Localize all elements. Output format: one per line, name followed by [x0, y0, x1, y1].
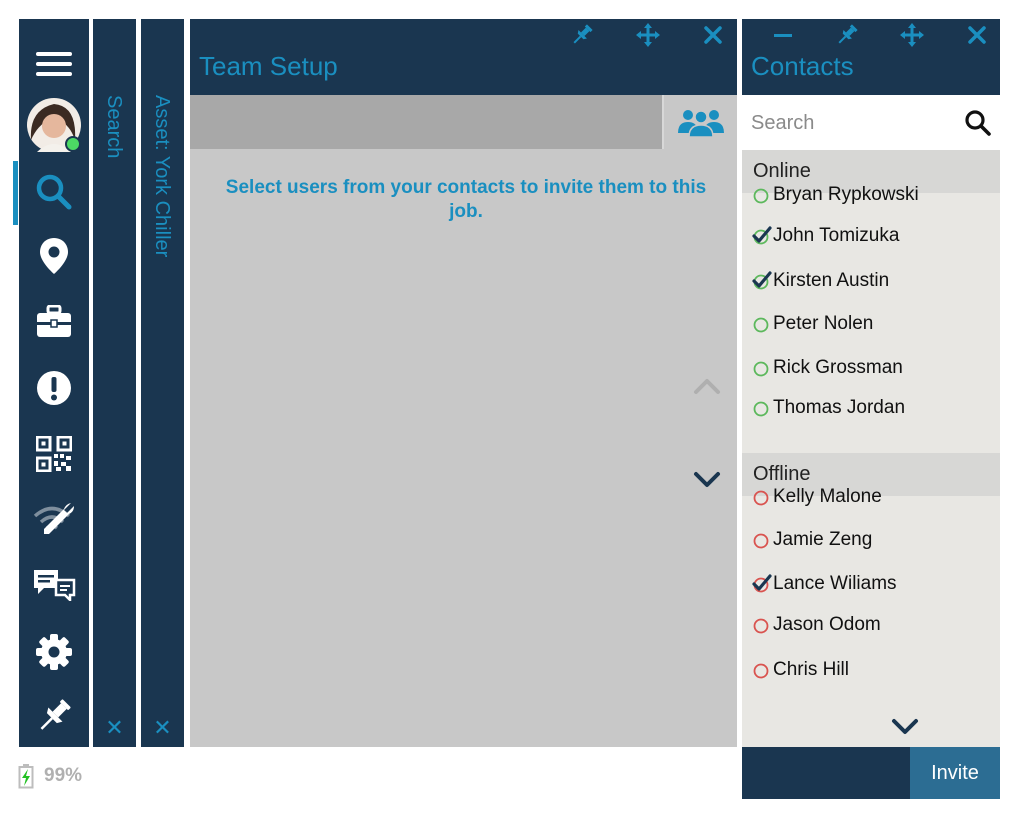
status-icon[interactable] [752, 358, 772, 378]
battery-status: 99% [18, 761, 108, 791]
minimize-icon[interactable] [769, 21, 797, 49]
panel-tab-label[interactable]: Search [102, 95, 125, 158]
toolbox-icon[interactable] [19, 297, 89, 347]
contact-name: Thomas Jordan [773, 397, 906, 418]
contact-item[interactable]: Kirsten Austin [742, 261, 1000, 301]
status-icon[interactable] [752, 487, 772, 507]
contact-item[interactable]: Peter Nolen [742, 304, 1000, 344]
contact-name: Jason Odom [773, 614, 881, 635]
battery-percentage: 99% [44, 765, 83, 786]
team-setup-panel: Team Setup Select users from your contac… [190, 19, 737, 747]
menu-icon[interactable] [19, 39, 89, 89]
contacts-panel: Contacts OnlineBryan RypkowskiJohn Tomiz… [742, 19, 1000, 799]
checked-status-icon[interactable] [752, 271, 772, 291]
checked-status-icon[interactable] [752, 574, 772, 594]
contact-item[interactable]: Thomas Jordan [742, 388, 1000, 428]
contact-item[interactable]: Rick Grossman [742, 348, 1000, 388]
move-icon[interactable] [898, 21, 926, 49]
contact-name: Bryan Rypkowski [773, 184, 919, 205]
contact-name: John Tomizuka [773, 225, 900, 246]
pin-icon[interactable] [19, 691, 89, 741]
chevron-down-icon[interactable] [889, 716, 921, 738]
contact-item[interactable]: John Tomizuka [742, 216, 1000, 256]
move-icon[interactable] [634, 21, 662, 49]
wifi-wrench-icon[interactable] [19, 493, 89, 543]
collapsed-asset-panel[interactable]: Asset: York Chiller ✕ [141, 19, 184, 747]
contact-name: Chris Hill [773, 659, 849, 680]
gear-icon[interactable] [19, 627, 89, 677]
contact-item[interactable]: Bryan Rypkowski [742, 175, 1000, 215]
contact-name: Kelly Malone [773, 486, 882, 507]
search-icon[interactable] [964, 109, 992, 137]
status-icon[interactable] [752, 530, 772, 550]
qr-code-icon[interactable] [19, 429, 89, 479]
contact-name: Jamie Zeng [773, 529, 873, 550]
close-icon[interactable]: ✕ [93, 717, 136, 741]
battery-charging-icon [18, 764, 34, 789]
close-icon[interactable] [963, 21, 991, 49]
status-icon[interactable] [752, 314, 772, 334]
close-icon[interactable] [699, 21, 727, 49]
status-icon[interactable] [752, 660, 772, 680]
status-icon[interactable] [752, 398, 772, 418]
contact-item[interactable]: Lance Wiliams [742, 564, 1000, 604]
search-input[interactable] [751, 109, 951, 137]
panel-header: Contacts [742, 19, 1000, 95]
group-icon[interactable] [662, 95, 737, 149]
contact-item[interactable]: Chris Hill [742, 650, 1000, 690]
contact-item[interactable]: Kelly Malone [742, 477, 1000, 517]
instruction-text: Select users from your contacts to invit… [225, 177, 707, 222]
checked-status-icon[interactable] [752, 226, 772, 246]
chat-icon[interactable] [19, 559, 89, 609]
contact-name: Lance Wiliams [773, 573, 897, 594]
collapsed-search-panel[interactable]: Search ✕ [93, 19, 136, 747]
avatar[interactable] [19, 95, 89, 155]
contact-name: Peter Nolen [773, 313, 874, 334]
panel-title: Team Setup [199, 51, 338, 81]
contact-name: Kirsten Austin [773, 270, 890, 291]
panel-tab-label[interactable]: Asset: York Chiller [150, 95, 173, 257]
status-icon[interactable] [752, 185, 772, 205]
nav-rail [13, 19, 89, 747]
invite-button[interactable]: Invite [910, 747, 1000, 799]
scroll-down-icon[interactable] [690, 465, 724, 495]
presence-dot [65, 136, 81, 152]
alert-icon[interactable] [19, 363, 89, 413]
panel-header: Team Setup [190, 19, 737, 95]
contact-item[interactable]: Jason Odom [742, 605, 1000, 645]
selected-users-bar [190, 95, 662, 149]
status-icon[interactable] [752, 615, 772, 635]
pin-icon[interactable] [833, 21, 861, 49]
scroll-up-icon[interactable] [690, 371, 724, 401]
location-pin-icon[interactable] [19, 231, 89, 281]
contact-item[interactable]: Jamie Zeng [742, 520, 1000, 560]
search-box [742, 95, 1000, 150]
pin-icon[interactable] [568, 21, 596, 49]
active-indicator [13, 161, 18, 225]
panel-title: Contacts [751, 51, 854, 81]
contact-name: Rick Grossman [773, 357, 903, 378]
search-icon[interactable] [19, 167, 89, 217]
close-icon[interactable]: ✕ [141, 717, 184, 741]
